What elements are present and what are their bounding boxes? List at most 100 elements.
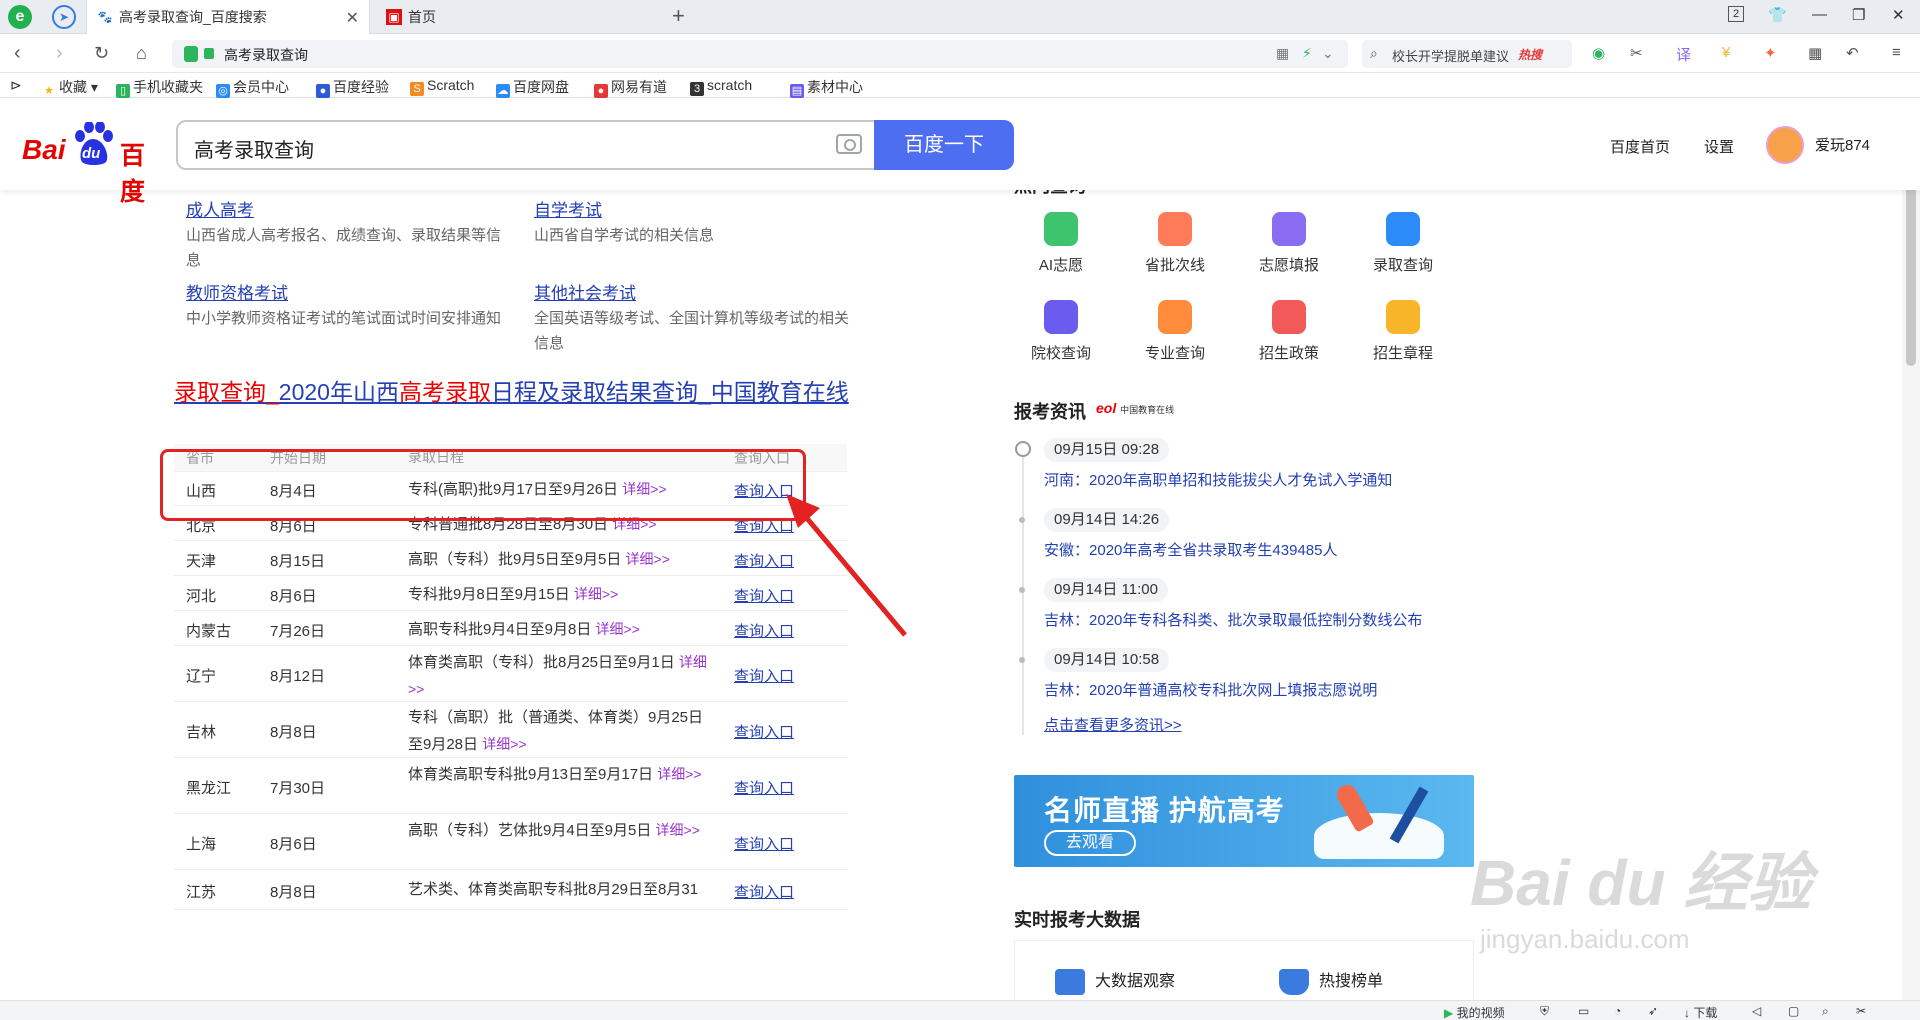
scrollbar[interactable]: ▲ [1902, 98, 1920, 1000]
detail-link[interactable]: 详细>> [574, 586, 618, 602]
service-trend[interactable]: 省批次线 [1120, 212, 1230, 275]
detail-link[interactable]: 详细>> [657, 766, 701, 782]
shield-status-icon[interactable]: ⛨ [1540, 1004, 1549, 1019]
bookmark-youdao[interactable]: ● 网易有道 [594, 77, 667, 98]
bookmark-assets[interactable]: ▤ 素材中心 [790, 77, 863, 98]
query-text[interactable]: 高考录取查询 [194, 134, 314, 163]
apps-icon[interactable]: ▦ [1808, 44, 1822, 62]
minimize-icon[interactable]: — [1812, 6, 1827, 23]
query-entry-link[interactable]: 查询入口 [734, 721, 794, 742]
url-box[interactable]: 高考录取查询 ▦ ⚡ ⌄ [172, 40, 1348, 68]
query-entry-link[interactable]: 查询入口 [734, 665, 794, 686]
menu-icon[interactable]: ≡ [1892, 44, 1901, 61]
scissors-icon[interactable]: ✂ [1630, 44, 1643, 62]
link-title[interactable]: 自学考试 [534, 196, 854, 221]
baidu-search-button[interactable]: 百度一下 [874, 120, 1014, 170]
news-text: 2020年普通高校专科批次网上填报志愿说明 [1089, 682, 1378, 699]
forward-icon[interactable]: › [56, 43, 63, 63]
scroll-thumb[interactable] [1906, 176, 1916, 366]
undo-icon[interactable]: ↶ [1846, 44, 1859, 62]
my-video-link[interactable]: ▶ 我的视频 [1444, 1004, 1505, 1020]
more-news-link[interactable]: 点击查看更多资讯>> [1044, 714, 1182, 735]
watch-button[interactable]: 去观看 [1044, 830, 1136, 856]
image-icon[interactable]: ▭ [1578, 1004, 1589, 1018]
restore-icon[interactable]: ❐ [1852, 6, 1865, 24]
browser-search-box[interactable]: ⌕ 校长开学提脱单建议 热搜 [1362, 40, 1572, 68]
window-icon[interactable]: ▢ [1788, 1004, 1799, 1018]
detail-link[interactable]: 详细>> [596, 621, 640, 637]
bookmark-netdisk[interactable]: ☁ 百度网盘 [496, 77, 569, 98]
baidu-search-input[interactable]: 高考录取查询 [176, 120, 876, 170]
service-book[interactable]: 招生政策 [1234, 300, 1344, 363]
close-tab-icon[interactable]: ✕ [346, 8, 359, 28]
query-entry-link[interactable]: 查询入口 [734, 833, 794, 854]
timeline-dot [1019, 587, 1025, 593]
zoom-icon[interactable]: ⌕ [1822, 1004, 1829, 1019]
hot-ranking[interactable]: 热搜榜单 [1279, 967, 1383, 995]
dropdown-icon[interactable]: ⌄ [1322, 45, 1334, 62]
service-medal[interactable]: 专业查询 [1120, 300, 1230, 363]
avatar[interactable] [1766, 126, 1804, 164]
speed-icon[interactable]: ⚡ [1302, 45, 1312, 62]
table-row: 天津 8月15日 高职（专科）批9月5日至9月5日 详细>> 查询入口 [174, 541, 847, 576]
tab-bar: e ➤ 🐾 高考录取查询_百度搜索 ✕ ▣ 首页 + 2 👕 — ❐ ✕ [0, 0, 1920, 34]
rocket-status-icon[interactable]: ➶ [1648, 1004, 1658, 1018]
service-pen[interactable]: 志愿填报 [1234, 212, 1344, 275]
tab-count-badge[interactable]: 2 [1728, 6, 1744, 22]
link-title[interactable]: 教师资格考试 [186, 279, 506, 304]
news-link[interactable]: 安徽：2020年高考全省共录取考生439485人 [1044, 539, 1337, 560]
detail-link[interactable]: 详细>> [626, 551, 670, 567]
coupon-icon[interactable]: ¥ [1722, 44, 1730, 61]
close-window-icon[interactable]: ✕ [1892, 6, 1905, 24]
qr-icon[interactable]: ▦ [1276, 45, 1289, 62]
username[interactable]: 爱玩874 [1815, 134, 1870, 155]
result-title-link[interactable]: 录取查询_2020年山西高考录取日程及录取结果查询_中国教育在线 [174, 378, 854, 406]
download-link[interactable]: ↓ 下载 [1684, 1004, 1717, 1020]
sound-icon[interactable]: ◁ [1752, 1004, 1761, 1018]
bookmark-member[interactable]: ◎ 会员中心 [216, 77, 289, 98]
camera-icon[interactable] [836, 134, 862, 154]
query-entry-link[interactable]: 查询入口 [734, 777, 794, 798]
reload-icon[interactable]: ↻ [94, 43, 109, 63]
detail-link[interactable]: 详细>> [482, 736, 526, 752]
service-bulb[interactable]: AI志愿 [1006, 212, 1116, 275]
link-title[interactable]: 成人高考 [186, 196, 506, 221]
bookmark-favorites[interactable]: ★ 收藏 ▾ [42, 77, 98, 98]
bookmark-mobile[interactable]: ▯ 手机收藏夹 [116, 77, 203, 98]
baidu-home-link[interactable]: 百度首页 [1610, 136, 1670, 157]
link-desc: 全国英语等级考试、全国计算机等级考试的相关信息 [534, 310, 850, 352]
settings-link[interactable]: 设置 [1704, 136, 1734, 157]
url-text[interactable]: 高考录取查询 [224, 45, 308, 65]
query-entry-link[interactable]: 查询入口 [734, 881, 794, 902]
game-icon[interactable]: ✦ [1764, 44, 1777, 62]
service-list[interactable]: 招生章程 [1348, 300, 1458, 363]
news-link[interactable]: 吉林：2020年专科各科类、批次录取最低控制分数线公布 [1044, 609, 1422, 630]
bookmark-jingyan[interactable]: ● 百度经验 [316, 77, 389, 98]
live-banner[interactable]: 名师直播 护航高考 去观看 [1014, 775, 1474, 867]
bigdata-observe[interactable]: 大数据观察 [1055, 967, 1175, 995]
back-icon[interactable]: ‹ [14, 43, 21, 63]
tab-home[interactable]: ▣ 首页 [376, 0, 661, 34]
news-link[interactable]: 河南：2020年高职单招和技能拔尖人才免试入学通知 [1044, 469, 1392, 490]
speed-icon[interactable]: ◔ [1614, 1004, 1621, 1018]
translate-icon[interactable]: 译 [1676, 44, 1691, 65]
bookmark-scratch2[interactable]: 3 scratch [690, 77, 752, 96]
news-link[interactable]: 吉林：2020年普通高校专科批次网上填报志愿说明 [1044, 679, 1377, 700]
sidebar-toggle-icon[interactable]: ⊳ [10, 77, 22, 94]
baidu-logo[interactable]: Bai du 百度 [22, 122, 157, 206]
link-title[interactable]: 其他社会考试 [534, 279, 854, 304]
skin-icon[interactable]: 👕 [1768, 6, 1787, 24]
home-icon[interactable]: ⌂ [136, 43, 147, 63]
logo-du: du [82, 145, 101, 162]
tab-active[interactable]: 🐾 高考录取查询_百度搜索 ✕ [86, 0, 370, 34]
browser-logo-icon[interactable]: e [8, 5, 32, 29]
detail-link[interactable]: 详细>> [656, 822, 700, 838]
new-tab-icon[interactable]: + [672, 3, 685, 29]
clip-icon[interactable]: ✂ [1856, 1004, 1866, 1018]
timeline-dot [1019, 517, 1025, 523]
bookmark-scratch[interactable]: S Scratch [410, 77, 474, 96]
service-school[interactable]: 院校查询 [1006, 300, 1116, 363]
navigate-icon[interactable]: ➤ [52, 5, 76, 29]
service-folder[interactable]: 录取查询 [1348, 212, 1458, 275]
wechat-icon[interactable]: ◉ [1592, 44, 1605, 62]
